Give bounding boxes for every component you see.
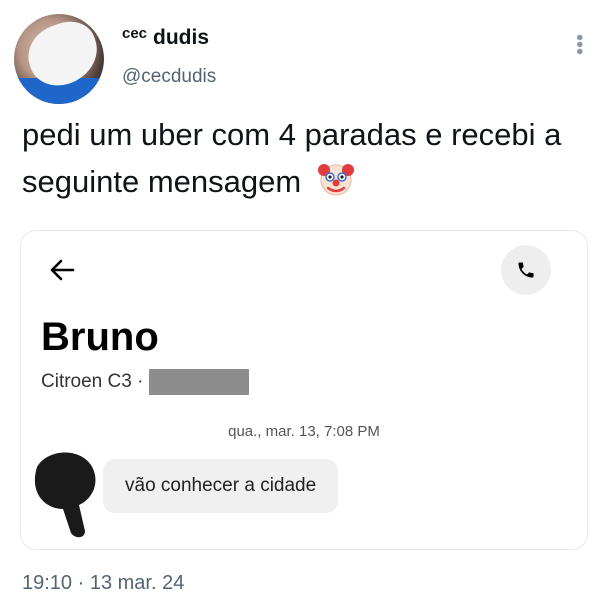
display-name[interactable]: cec dudis [122,25,210,50]
vehicle-info: Citroen C3 · [41,369,250,395]
vehicle-label: Citroen C3 · [41,371,144,392]
user-handle[interactable]: @cecdudis [122,66,216,88]
license-plate-redaction [149,369,250,395]
contact-name: Bruno [41,315,159,359]
display-name-prefix: cec [122,25,148,42]
profile-avatar[interactable] [14,14,104,104]
tweet-text: pedi um uber com 4 paradas e recebi a se… [22,112,582,205]
message-bubble: vão conhecer a cidade [103,459,339,513]
sender-avatar-redaction [34,452,96,538]
phone-icon [518,262,534,278]
display-name-main: dudis [153,26,210,49]
tweet-text-content: pedi um uber com 4 paradas e recebi a se… [22,117,562,199]
clown-face-icon [317,164,354,196]
more-vertical-icon[interactable]: ••• [568,34,590,55]
tweet-timestamp[interactable]: 19:10 · 13 mar. 24 [22,572,184,595]
arrow-left-icon[interactable] [47,255,77,285]
call-button[interactable] [501,245,551,295]
embedded-screenshot-chat: Bruno Citroen C3 · qua., mar. 13, 7:08 P… [20,230,588,550]
message-timestamp: qua., mar. 13, 7:08 PM [228,423,380,440]
